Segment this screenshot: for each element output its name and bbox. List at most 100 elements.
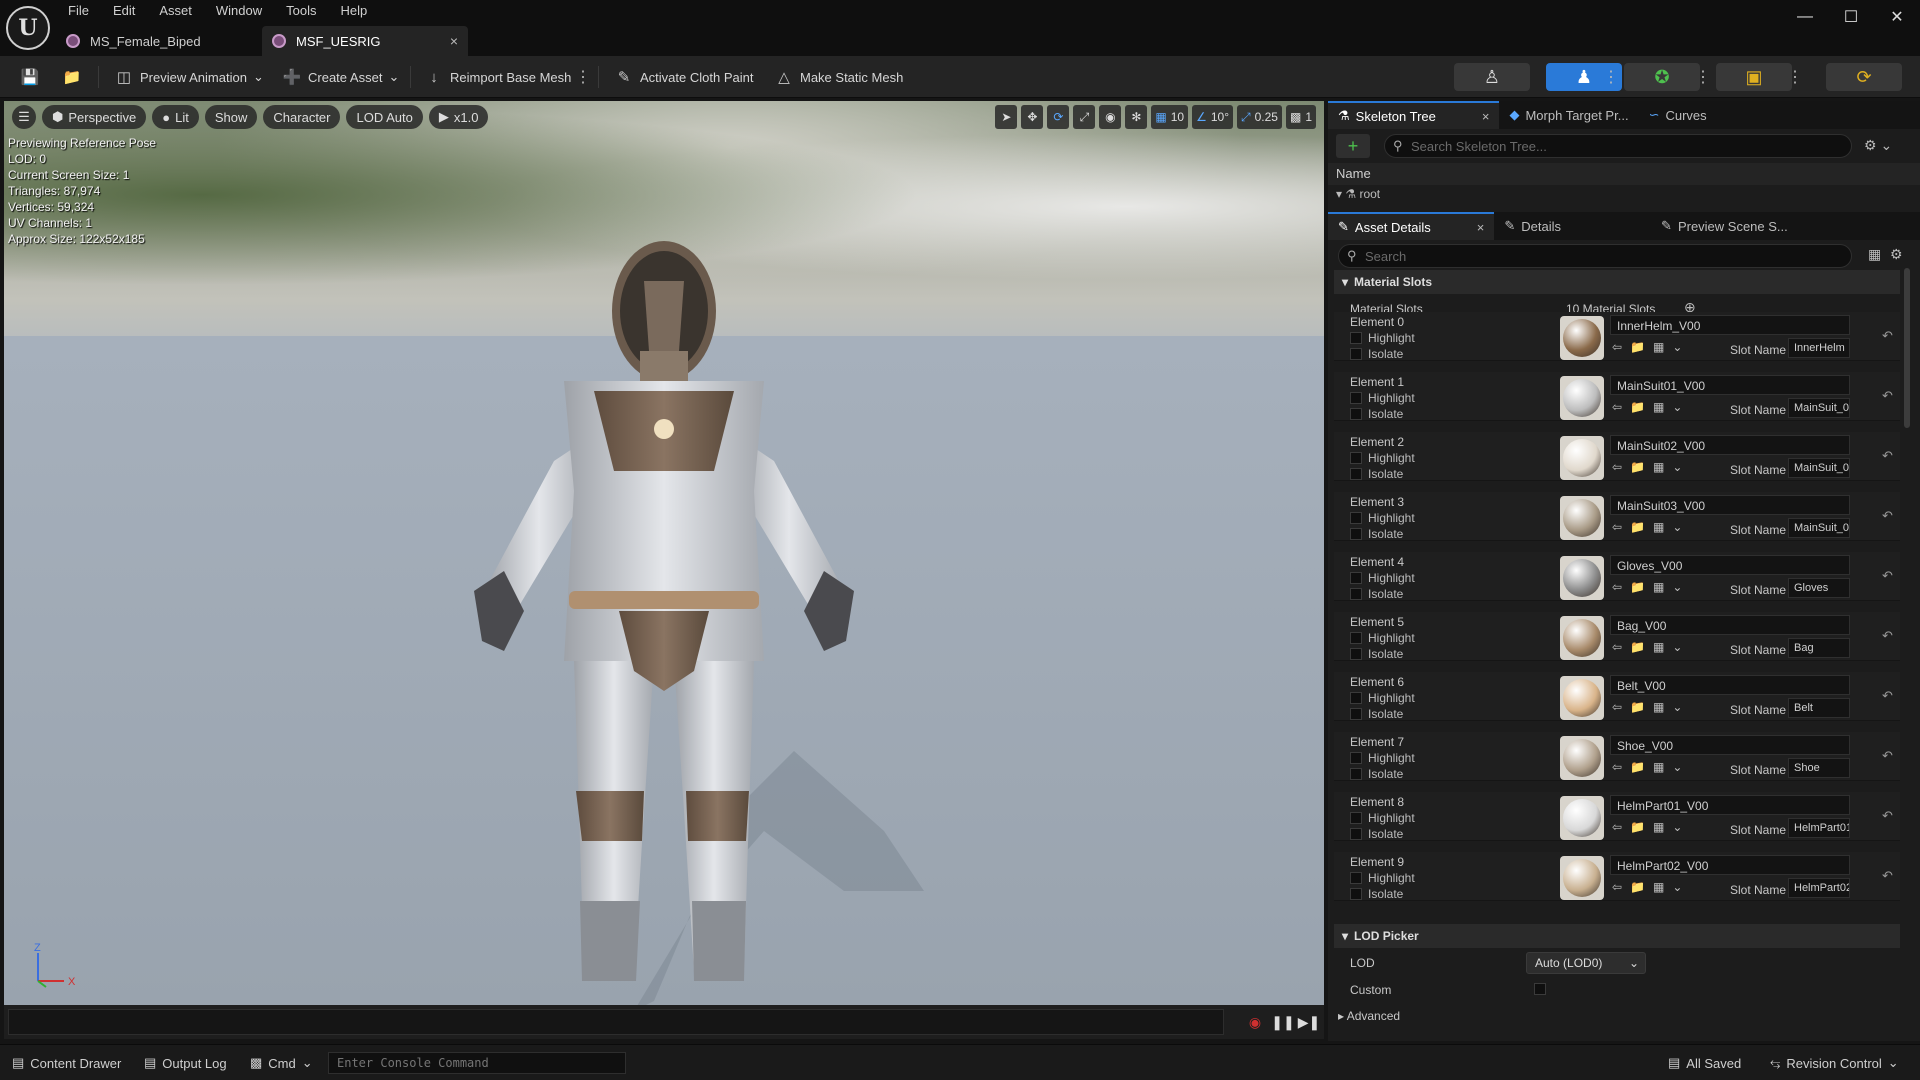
menu-asset[interactable]: Asset xyxy=(147,0,204,22)
slot-name-input[interactable]: Shoe xyxy=(1788,758,1850,778)
slot-name-input[interactable]: InnerHelm xyxy=(1788,338,1850,358)
reset-icon[interactable]: ↶ xyxy=(1882,868,1893,884)
tab-msf-uesrig[interactable]: MSF_UESRIG × xyxy=(262,26,468,56)
material-thumbnail[interactable] xyxy=(1560,736,1604,780)
timeline-scrubber[interactable] xyxy=(8,1009,1224,1035)
scale-tool-button[interactable]: ⤢ xyxy=(1073,105,1096,129)
material-thumbnail[interactable] xyxy=(1560,376,1604,420)
reset-icon[interactable]: ↶ xyxy=(1882,388,1893,404)
all-saved-button[interactable]: ▤ All Saved xyxy=(1668,1053,1741,1073)
cmd-dropdown[interactable]: ▩ Cmd ⌄ xyxy=(250,1053,313,1073)
browse-icon[interactable]: 📁 xyxy=(1630,520,1645,534)
details-scroll-area[interactable]: ▾ Material Slots Material Slots 10 Mater… xyxy=(1334,270,1900,1041)
reset-icon[interactable]: ↶ xyxy=(1882,808,1893,824)
chevron-down-icon[interactable]: ⌄ xyxy=(1672,820,1682,834)
isolate-checkbox[interactable] xyxy=(1350,468,1362,480)
tab-details[interactable]: ✎ Details xyxy=(1494,212,1571,240)
checker-icon[interactable]: ▦ xyxy=(1653,460,1664,474)
viewport-menu-button[interactable]: ☰ xyxy=(12,105,36,129)
checker-icon[interactable]: ▦ xyxy=(1653,400,1664,414)
highlight-checkbox[interactable] xyxy=(1350,572,1362,584)
checker-icon[interactable]: ▦ xyxy=(1653,640,1664,654)
checker-icon[interactable]: ▦ xyxy=(1653,580,1664,594)
slot-name-input[interactable]: MainSuit_01 xyxy=(1788,398,1850,418)
highlight-checkbox[interactable] xyxy=(1350,332,1362,344)
menu-file[interactable]: File xyxy=(56,0,101,22)
reset-icon[interactable]: ↶ xyxy=(1882,748,1893,764)
isolate-checkbox[interactable] xyxy=(1350,708,1362,720)
physics-mode-button[interactable]: ⟳ xyxy=(1826,63,1902,91)
select-tool-button[interactable]: ➤ xyxy=(995,105,1018,129)
material-thumbnail[interactable] xyxy=(1560,676,1604,720)
table-view-icon[interactable]: ▦ xyxy=(1868,246,1881,263)
character-button[interactable]: Character xyxy=(263,105,341,129)
checker-icon[interactable]: ▦ xyxy=(1653,340,1664,354)
surface-snap-button[interactable]: ✻ xyxy=(1125,105,1148,129)
advanced-category[interactable]: ▸ Advanced xyxy=(1338,1009,1400,1023)
add-bone-button[interactable]: + xyxy=(1336,134,1370,158)
skeleton-mode-button[interactable]: ♙ xyxy=(1454,63,1530,91)
highlight-checkbox[interactable] xyxy=(1350,512,1362,524)
isolate-checkbox[interactable] xyxy=(1350,768,1362,780)
lod-dropdown[interactable]: Auto (LOD0) ⌄ xyxy=(1526,952,1646,974)
step-forward-button[interactable]: ▶❚ xyxy=(1298,1011,1321,1033)
material-slots-category[interactable]: ▾ Material Slots xyxy=(1334,270,1900,294)
mesh-mode-kebab[interactable]: ⋮ xyxy=(1603,64,1619,90)
chevron-down-icon[interactable]: ⌄ xyxy=(1672,580,1682,594)
browse-button[interactable]: 📁 xyxy=(56,64,88,90)
reset-icon[interactable]: ↶ xyxy=(1882,628,1893,644)
isolate-checkbox[interactable] xyxy=(1350,528,1362,540)
chevron-down-icon[interactable]: ⌄ xyxy=(1672,340,1682,354)
reset-icon[interactable]: ↶ xyxy=(1882,688,1893,704)
isolate-checkbox[interactable] xyxy=(1350,888,1362,900)
create-asset-button[interactable]: ➕ Create Asset ⌄ xyxy=(276,64,405,90)
material-name-field[interactable]: HelmPart02_V00 xyxy=(1610,855,1850,875)
menu-tools[interactable]: Tools xyxy=(274,0,328,22)
browse-icon[interactable]: 📁 xyxy=(1630,400,1645,414)
material-thumbnail[interactable] xyxy=(1560,796,1604,840)
chevron-down-icon[interactable]: ⌄ xyxy=(1672,460,1682,474)
lod-button[interactable]: LOD Auto xyxy=(346,105,423,129)
browse-icon[interactable]: 📁 xyxy=(1630,340,1645,354)
maximize-button[interactable]: ☐ xyxy=(1828,0,1874,34)
material-thumbnail[interactable] xyxy=(1560,556,1604,600)
use-selected-icon[interactable]: ⇦ xyxy=(1612,460,1622,474)
tab-preview-scene-settings[interactable]: ✎ Preview Scene S... xyxy=(1651,212,1798,240)
material-name-field[interactable]: HelmPart01_V00 xyxy=(1610,795,1850,815)
reset-icon[interactable]: ↶ xyxy=(1882,328,1893,344)
slot-name-input[interactable]: MainSuit_03 xyxy=(1788,518,1850,538)
material-name-field[interactable]: MainSuit01_V00 xyxy=(1610,375,1850,395)
skeleton-search-box[interactable]: ⚲ Search Skeleton Tree... xyxy=(1384,134,1852,158)
chevron-down-icon[interactable]: ⌄ xyxy=(1672,760,1682,774)
output-log-button[interactable]: ▤ Output Log xyxy=(144,1053,227,1073)
material-thumbnail[interactable] xyxy=(1560,616,1604,660)
chevron-down-icon[interactable]: ⌄ xyxy=(1672,400,1682,414)
material-name-field[interactable]: Gloves_V00 xyxy=(1610,555,1850,575)
viewport[interactable]: ☰ ⬢ Perspective ● Lit Show Character LOD A… xyxy=(4,101,1324,1005)
tab-asset-details[interactable]: ✎ Asset Details × xyxy=(1328,212,1495,240)
slot-name-input[interactable]: HelmPart01 xyxy=(1788,818,1850,838)
use-selected-icon[interactable]: ⇦ xyxy=(1612,520,1622,534)
lod-picker-category[interactable]: ▾ LOD Picker xyxy=(1334,924,1900,948)
slot-name-input[interactable]: Gloves xyxy=(1788,578,1850,598)
highlight-checkbox[interactable] xyxy=(1350,812,1362,824)
close-tab-icon[interactable]: × xyxy=(1477,220,1485,235)
highlight-checkbox[interactable] xyxy=(1350,452,1362,464)
use-selected-icon[interactable]: ⇦ xyxy=(1612,700,1622,714)
browse-icon[interactable]: 📁 xyxy=(1630,820,1645,834)
use-selected-icon[interactable]: ⇦ xyxy=(1612,640,1622,654)
highlight-checkbox[interactable] xyxy=(1350,632,1362,644)
browse-icon[interactable]: 📁 xyxy=(1630,700,1645,714)
material-name-field[interactable]: MainSuit03_V00 xyxy=(1610,495,1850,515)
isolate-checkbox[interactable] xyxy=(1350,348,1362,360)
checker-icon[interactable]: ▦ xyxy=(1653,820,1664,834)
material-thumbnail[interactable] xyxy=(1560,316,1604,360)
highlight-checkbox[interactable] xyxy=(1350,392,1362,404)
use-selected-icon[interactable]: ⇦ xyxy=(1612,880,1622,894)
highlight-checkbox[interactable] xyxy=(1350,752,1362,764)
material-name-field[interactable]: Shoe_V00 xyxy=(1610,735,1850,755)
isolate-checkbox[interactable] xyxy=(1350,828,1362,840)
use-selected-icon[interactable]: ⇦ xyxy=(1612,400,1622,414)
custom-checkbox[interactable] xyxy=(1534,983,1546,995)
scale-snap-button[interactable]: ⤢ 0.25 xyxy=(1237,105,1282,129)
